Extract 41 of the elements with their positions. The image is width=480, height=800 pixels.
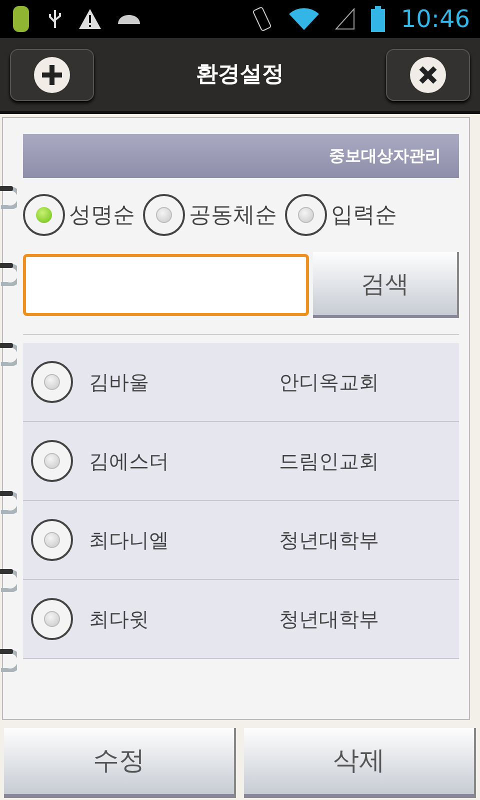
binder-ring-icon xyxy=(0,262,17,286)
radio-button[interactable] xyxy=(23,194,65,236)
binder-ring-icon xyxy=(0,342,17,366)
radio-button[interactable] xyxy=(285,194,327,236)
add-icon xyxy=(34,56,70,92)
binder-ring-icon xyxy=(0,490,17,514)
radio-button[interactable] xyxy=(143,194,185,236)
signal-icon xyxy=(334,8,355,30)
group-name: 청년대학부 xyxy=(279,527,379,554)
close-button[interactable] xyxy=(386,48,470,100)
screen-title: 환경설정 xyxy=(196,61,284,89)
search-button[interactable]: 검색 xyxy=(313,252,459,318)
option-label: 성명순 xyxy=(69,202,135,230)
person-name: 최다니엘 xyxy=(89,527,170,554)
radio-button[interactable] xyxy=(31,519,73,561)
rotate-icon xyxy=(250,6,273,32)
search-field[interactable] xyxy=(23,254,309,316)
group-name: 드림인교회 xyxy=(279,448,379,475)
clock: 10:46 xyxy=(400,4,470,35)
usb-icon xyxy=(48,8,62,30)
binder-ring-icon xyxy=(0,185,17,209)
person-name: 김바울 xyxy=(89,369,150,396)
warning-icon xyxy=(78,8,102,30)
option-label: 공동체순 xyxy=(189,202,277,230)
battery-icon xyxy=(370,6,385,32)
radio-button[interactable] xyxy=(31,440,73,482)
group-name: 안디옥교회 xyxy=(279,369,379,396)
binder-ring-icon xyxy=(0,568,17,592)
option-label: 입력순 xyxy=(331,202,397,230)
radio-button[interactable] xyxy=(31,361,73,403)
edit-button[interactable]: 수정 xyxy=(4,728,236,798)
delete-button[interactable]: 삭제 xyxy=(244,728,476,798)
person-name: 최다윗 xyxy=(89,606,150,633)
section-header: 중보대상자관리 xyxy=(23,134,459,178)
add-button[interactable] xyxy=(10,48,94,100)
person-name: 김에스더 xyxy=(89,448,170,475)
binder-ring-icon xyxy=(0,648,17,672)
radio-button[interactable] xyxy=(31,598,73,640)
close-icon xyxy=(410,56,446,92)
wifi-icon xyxy=(288,8,319,30)
group-name: 청년대학부 xyxy=(279,606,379,633)
